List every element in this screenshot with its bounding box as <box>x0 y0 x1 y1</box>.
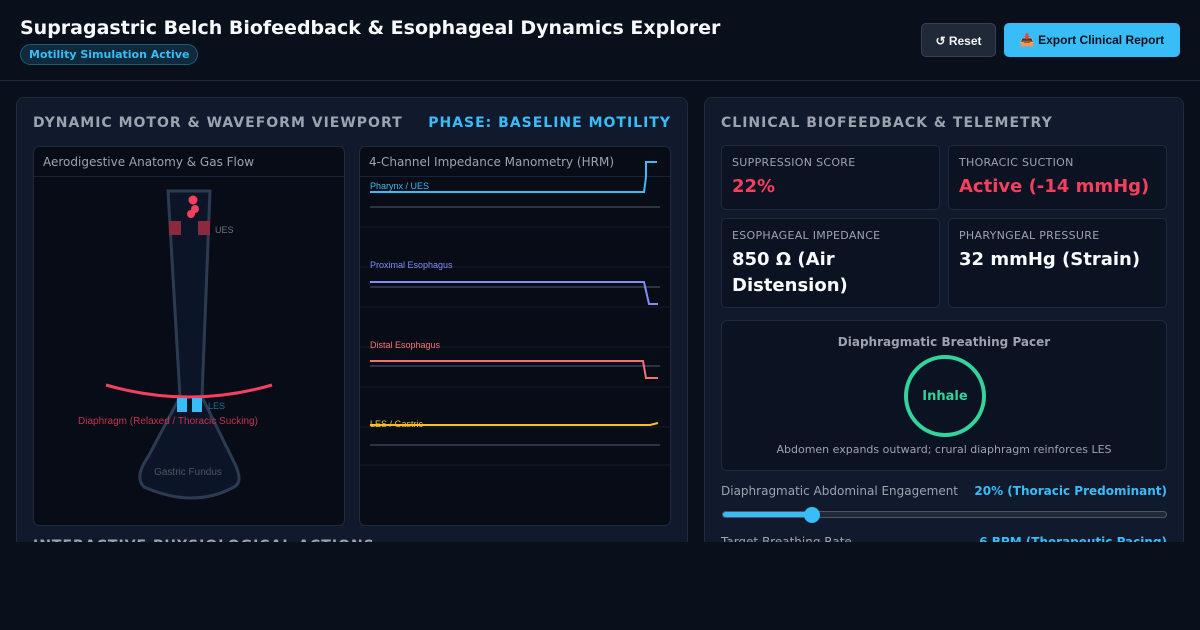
export-report-button[interactable]: 📥 Export Clinical Report <box>1004 23 1180 57</box>
diaphragm-label: Diaphragm (Relaxed / Thoracic Sucking) <box>78 416 258 427</box>
metric-label: THORACIC SUCTION <box>959 156 1074 169</box>
anatomy-diagram: UES LES Diaphragm (Relaxed / Thoracic Su… <box>78 189 273 500</box>
phase-indicator: PHASE: BASELINE MOTILITY <box>428 115 671 131</box>
manometry-traces: Pharynx / UES Proximal Esophagus Distal … <box>360 161 670 466</box>
metric-value: 850 Ω (Air Distension) <box>732 249 848 296</box>
metric-value: 22% <box>732 176 776 197</box>
channel-label: LES / Gastric <box>370 419 424 429</box>
reset-button[interactable]: ↺ Reset <box>921 23 996 57</box>
metric-thoracic-suction: THORACIC SUCTION Active (-14 mmHg) <box>948 145 1167 210</box>
metric-value: Active (-14 mmHg) <box>959 176 1150 197</box>
channel-label: Pharynx / UES <box>370 181 429 191</box>
trace-distal <box>370 360 658 379</box>
ues-right-sphincter <box>198 221 210 235</box>
page-title: Supragastric Belch Biofeedback & Esophag… <box>20 17 721 39</box>
metric-pharyngeal-pressure: PHARYNGEAL PRESSURE 32 mmHg (Strain) <box>948 218 1167 308</box>
pacer-phase-word: Inhale <box>922 389 968 404</box>
ues-label: UES <box>215 225 234 235</box>
telemetry-panel: CLINICAL BIOFEEDBACK & TELEMETRY SUPPRES… <box>704 97 1184 577</box>
slider-value: 20% (Thoracic Predominant) <box>974 484 1167 498</box>
panel-heading: CLINICAL BIOFEEDBACK & TELEMETRY <box>721 115 1053 131</box>
metric-label: ESOPHAGEAL IMPEDANCE <box>732 229 881 242</box>
pacer-ring: Inhale <box>904 355 986 437</box>
slider-thumb[interactable] <box>803 507 820 523</box>
motor-waveform-panel: DYNAMIC MOTOR & WAVEFORM VIEWPORT PHASE:… <box>16 97 688 577</box>
trace-proximal <box>370 281 658 305</box>
page-background <box>0 542 1200 630</box>
metric-value: 32 mmHg (Strain) <box>959 249 1141 270</box>
les-right-sphincter <box>192 398 202 412</box>
pacer-description: Abdomen expands outward; crural diaphrag… <box>776 443 1112 456</box>
gas-bubble <box>187 210 195 218</box>
metric-suppression-score: SUPPRESSION SCORE 22% <box>721 145 940 210</box>
manometry-viewport[interactable]: 4-Channel Impedance Manometry (HRM) Phar… <box>359 146 671 526</box>
engagement-slider[interactable] <box>722 507 1167 523</box>
channel-label: Proximal Esophagus <box>370 260 453 270</box>
anatomy-viewport[interactable]: Aerodigestive Anatomy & Gas Flow UES LES… <box>33 146 345 526</box>
status-badge: Motility Simulation Active <box>20 44 199 65</box>
gas-bubble <box>188 195 198 205</box>
pacer-title: Diaphragmatic Breathing Pacer <box>837 335 1051 349</box>
metric-esophageal-impedance: ESOPHAGEAL IMPEDANCE 850 Ω (Air Distensi… <box>721 218 940 308</box>
slider-label: Diaphragmatic Abdominal Engagement <box>721 484 959 498</box>
metric-label: SUPPRESSION SCORE <box>732 156 856 169</box>
les-left-sphincter <box>177 398 187 412</box>
metric-label: PHARYNGEAL PRESSURE <box>959 229 1100 242</box>
channel-label: Distal Esophagus <box>370 340 441 350</box>
esophagus-stomach-outline <box>138 189 241 500</box>
fundus-label: Gastric Fundus <box>154 467 222 478</box>
slider-fill <box>723 512 812 517</box>
panel-heading: DYNAMIC MOTOR & WAVEFORM VIEWPORT <box>33 115 403 131</box>
ues-left-sphincter <box>169 221 181 235</box>
breathing-pacer: Diaphragmatic Breathing Pacer Inhale Abd… <box>721 320 1167 471</box>
les-label: LES <box>208 401 225 411</box>
app-header: Supragastric Belch Biofeedback & Esophag… <box>0 0 1200 81</box>
